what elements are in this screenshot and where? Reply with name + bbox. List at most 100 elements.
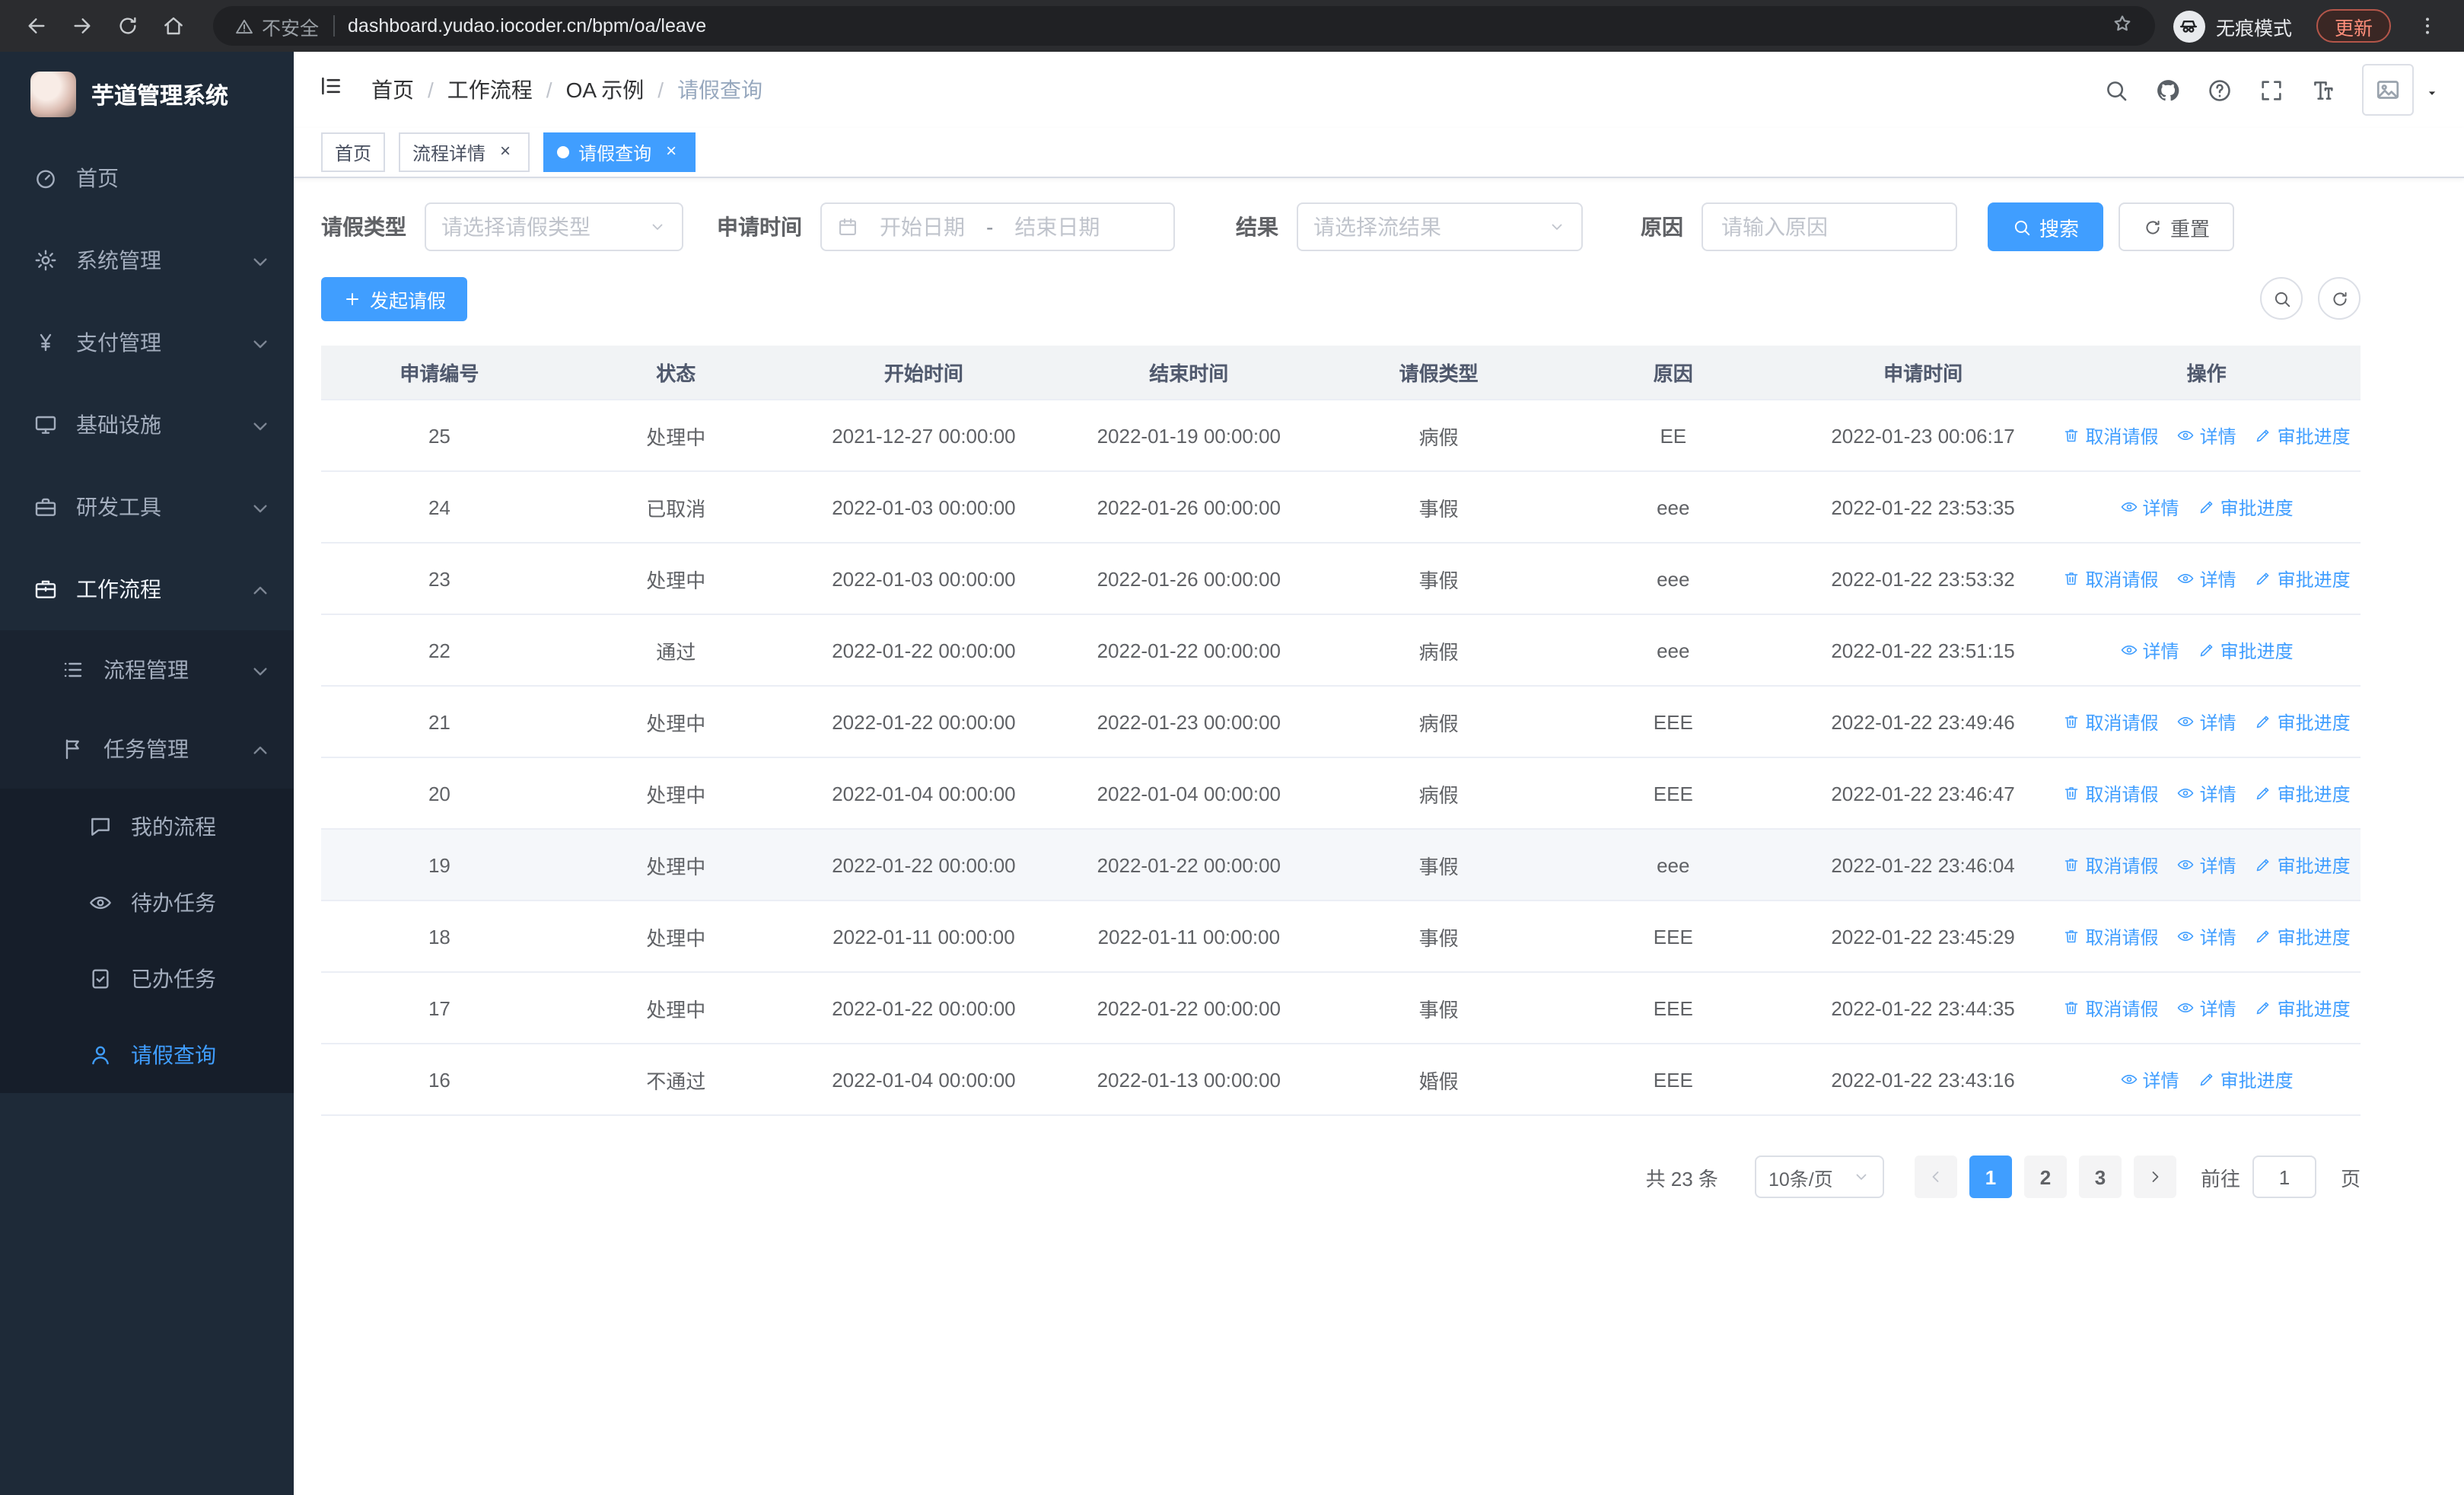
detail-action-link[interactable]: 详情	[2177, 995, 2236, 1021]
cell-status: 处理中	[646, 926, 706, 949]
next-page-button[interactable]	[2133, 1156, 2176, 1198]
breadcrumb-item[interactable]: 工作流程	[447, 75, 533, 105]
detail-action-link[interactable]: 详情	[2177, 923, 2236, 949]
end-date-input[interactable]	[1002, 215, 1113, 239]
sidebar-item-done-tasks[interactable]: 已办任务	[0, 941, 294, 1017]
progress-action-link[interactable]: 审批进度	[2198, 494, 2294, 520]
breadcrumb-item[interactable]: OA 示例	[566, 75, 645, 105]
sidebar-item-home[interactable]: 首页	[0, 137, 294, 219]
trash-icon	[2065, 1002, 2078, 1015]
detail-action-link[interactable]: 详情	[2120, 1066, 2179, 1092]
browser-forward-button[interactable]	[61, 5, 103, 47]
search-button[interactable]: 搜索	[1988, 202, 2104, 251]
user-menu-caret[interactable]	[2424, 81, 2440, 108]
user-avatar[interactable]	[2362, 64, 2414, 116]
header-search-button[interactable]	[2103, 77, 2129, 103]
tab-close-icon[interactable]: ×	[495, 141, 516, 163]
cancel-action-link[interactable]: 取消请假	[2063, 709, 2159, 735]
browser-home-button[interactable]	[152, 5, 195, 47]
address-bar[interactable]: 不安全 dashboard.yudao.iocoder.cn/bpm/oa/le…	[213, 6, 2155, 46]
clipboard-check-icon	[92, 969, 109, 989]
chevron-down-icon	[248, 330, 272, 356]
detail-action-link[interactable]: 详情	[2120, 494, 2179, 520]
sidebar-item-my-process[interactable]: 我的流程	[0, 789, 294, 865]
security-status[interactable]: 不安全	[234, 11, 319, 40]
cancel-action-link[interactable]: 取消请假	[2063, 566, 2159, 591]
cancel-action-link[interactable]: 取消请假	[2063, 923, 2159, 949]
tab-close-icon[interactable]: ×	[661, 141, 682, 163]
progress-action-link[interactable]: 审批进度	[2255, 422, 2351, 448]
browser-menu-button[interactable]	[2406, 5, 2449, 47]
tab-leave-query[interactable]: 请假查询 ×	[543, 132, 696, 172]
search-icon	[2107, 81, 2127, 100]
cell-leave-type: 婚假	[1418, 1069, 1459, 1092]
create-leave-button[interactable]: 发起请假	[321, 276, 468, 320]
leave-type-select[interactable]: 请选择请假类型	[425, 202, 683, 251]
browser-reload-button[interactable]	[107, 5, 149, 47]
github-link[interactable]	[2155, 77, 2181, 103]
sidebar-item-infrastructure[interactable]: 基础设施	[0, 384, 294, 466]
tab-process-detail[interactable]: 流程详情 ×	[399, 132, 530, 172]
page-size-select[interactable]: 10条/页	[1754, 1156, 1884, 1198]
url-text[interactable]: dashboard.yudao.iocoder.cn/bpm/oa/leave	[348, 15, 706, 37]
progress-action-link[interactable]: 审批进度	[2255, 566, 2351, 591]
sidebar-item-dev-tools[interactable]: 研发工具	[0, 466, 294, 548]
detail-action-link[interactable]: 详情	[2177, 780, 2236, 806]
help-button[interactable]	[2207, 77, 2233, 103]
goto-page-input[interactable]	[2252, 1156, 2316, 1198]
goto-label: 前往	[2200, 1167, 2240, 1190]
sidebar-collapse-button[interactable]	[318, 73, 344, 107]
start-date-input[interactable]	[867, 215, 977, 239]
tab-home[interactable]: 首页	[321, 132, 386, 172]
sidebar-item-system-mgmt[interactable]: 系统管理	[0, 219, 294, 301]
table-search-toggle-button[interactable]	[2260, 277, 2303, 320]
sidebar-item-task-mgmt[interactable]: 任务管理	[0, 709, 294, 789]
cancel-action-link[interactable]: 取消请假	[2063, 995, 2159, 1021]
progress-action-link[interactable]: 审批进度	[2255, 923, 2351, 949]
page-number-3[interactable]: 3	[2078, 1156, 2122, 1198]
reload-icon	[116, 14, 140, 38]
page-number-2[interactable]: 2	[2023, 1156, 2067, 1198]
detail-action-link[interactable]: 详情	[2177, 852, 2236, 878]
sidebar-item-workflow[interactable]: 工作流程	[0, 548, 294, 630]
bookmark-star-icon[interactable]	[2111, 12, 2134, 40]
reason-input[interactable]	[1702, 202, 1957, 251]
pagination: 共 23 条 10条/页 123 前往 页	[321, 1156, 2361, 1198]
sidebar-item-payment-mgmt[interactable]: 支付管理	[0, 301, 294, 384]
reset-button[interactable]: 重置	[2119, 202, 2235, 251]
chevron-up-icon	[253, 746, 267, 754]
result-select[interactable]: 请选择流结果	[1297, 202, 1583, 251]
breadcrumb-item[interactable]: 首页	[371, 75, 414, 105]
detail-action-link[interactable]: 详情	[2177, 709, 2236, 735]
sidebar-item-process-mgmt[interactable]: 流程管理	[0, 630, 294, 709]
app-title: 芋道管理系统	[91, 83, 229, 109]
progress-action-link[interactable]: 审批进度	[2255, 780, 2351, 806]
page-number-1[interactable]: 1	[1969, 1156, 2012, 1198]
progress-action-link[interactable]: 审批进度	[2255, 852, 2351, 878]
detail-action-link[interactable]: 详情	[2120, 637, 2179, 663]
progress-action-link[interactable]: 审批进度	[2255, 709, 2351, 735]
sidebar-item-todo-tasks[interactable]: 待办任务	[0, 865, 294, 941]
cancel-action-link[interactable]: 取消请假	[2063, 852, 2159, 878]
browser-back-button[interactable]	[15, 5, 58, 47]
tab-label: 首页	[335, 142, 372, 164]
detail-action-link[interactable]: 详情	[2177, 566, 2236, 591]
browser-update-button[interactable]: 更新	[2316, 9, 2391, 43]
cancel-action-link[interactable]: 取消请假	[2063, 422, 2159, 448]
progress-action-link[interactable]: 审批进度	[2255, 995, 2351, 1021]
sidebar-item-leave-query[interactable]: 请假查询	[0, 1017, 294, 1093]
apply-time-range-picker[interactable]: -	[820, 202, 1175, 251]
cancel-action-link[interactable]: 取消请假	[2063, 780, 2159, 806]
fullscreen-button[interactable]	[2259, 77, 2284, 103]
progress-action-link[interactable]: 审批进度	[2198, 1066, 2294, 1092]
prev-page-button[interactable]	[1914, 1156, 1957, 1198]
sidebar-item-label: 研发工具	[76, 495, 161, 519]
table-refresh-button[interactable]	[2318, 277, 2361, 320]
detail-action-link[interactable]: 详情	[2177, 422, 2236, 448]
app-logo[interactable]: 芋道管理系统	[0, 52, 294, 137]
eye-icon	[2178, 574, 2194, 583]
caret-down-icon	[2428, 91, 2436, 95]
progress-action-link[interactable]: 审批进度	[2198, 637, 2294, 663]
font-size-button[interactable]	[2310, 77, 2336, 103]
eye-icon	[2178, 860, 2194, 869]
